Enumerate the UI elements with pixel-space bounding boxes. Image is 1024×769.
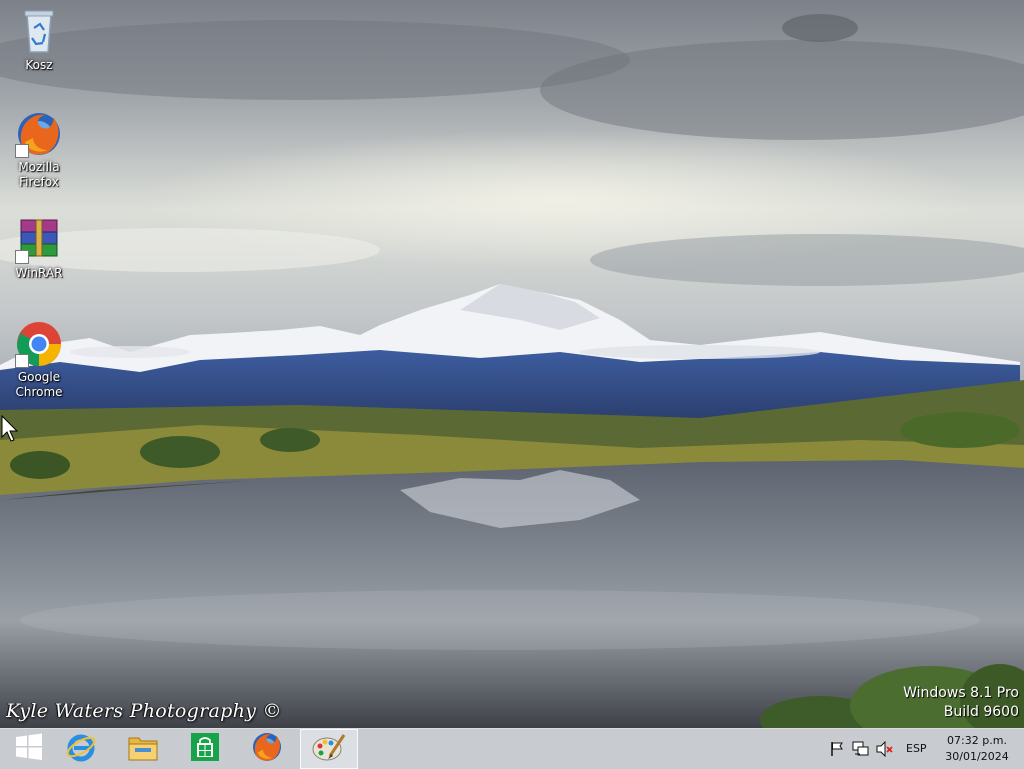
store-icon: [190, 732, 220, 766]
windows-edition-label: Windows 8.1 Pro: [903, 685, 1019, 701]
recycle-bin-icon: [15, 8, 63, 56]
desktop-icon-label-line2: Chrome: [15, 385, 63, 399]
winrar-icon: [15, 216, 63, 264]
taskbar-firefox[interactable]: [238, 729, 296, 769]
windows-build-label: Build 9600: [943, 704, 1019, 720]
action-center-flag-icon[interactable]: [828, 740, 846, 758]
paint-icon: [312, 732, 346, 766]
desktop-icon-label-line1: Google: [17, 370, 61, 384]
taskbar: ESP 07:32 p.m. 30/01/2024: [0, 728, 1024, 769]
windows-logo-icon: [15, 733, 43, 765]
taskbar-internet-explorer[interactable]: [52, 729, 110, 769]
input-language-indicator[interactable]: ESP: [906, 742, 927, 755]
clock-date: 30/01/2024: [945, 750, 1009, 763]
wallpaper-landscape: [0, 0, 1024, 728]
desktop-icon-recycle-bin[interactable]: Kosz: [1, 8, 77, 73]
clock-time: 07:32 p.m.: [947, 734, 1007, 747]
start-button[interactable]: [0, 729, 58, 769]
network-icon[interactable]: [852, 740, 870, 758]
desktop-icon-label-line1: Mozilla: [18, 160, 60, 174]
volume-muted-icon[interactable]: [876, 740, 894, 758]
shortcut-arrow-icon: [15, 250, 29, 264]
shortcut-arrow-icon: [15, 354, 29, 368]
file-explorer-icon: [127, 732, 159, 766]
desktop-wallpaper[interactable]: Kyle Waters Photography © Windows 8.1 Pr…: [0, 0, 1024, 728]
desktop-icon-label: WinRAR: [15, 266, 63, 280]
internet-explorer-icon: [65, 731, 97, 767]
desktop-icon-label: Kosz: [25, 58, 53, 72]
taskbar-store[interactable]: [176, 729, 234, 769]
firefox-icon: [15, 110, 63, 158]
windows-version-watermark: Windows 8.1 Pro Build 9600: [903, 684, 1019, 722]
shortcut-arrow-icon: [15, 144, 29, 158]
clock[interactable]: 07:32 p.m. 30/01/2024: [936, 733, 1018, 765]
taskbar-file-explorer[interactable]: [114, 729, 172, 769]
taskbar-paint[interactable]: [300, 729, 358, 769]
chrome-icon: [15, 320, 63, 368]
desktop-icon-chrome[interactable]: Google Chrome: [1, 320, 77, 400]
firefox-icon: [251, 731, 283, 767]
desktop-icon-winrar[interactable]: WinRAR: [1, 216, 77, 281]
desktop-icon-label-line2: Firefox: [19, 175, 59, 189]
mouse-cursor-icon: [1, 414, 21, 447]
desktop-icon-firefox[interactable]: Mozilla Firefox: [1, 110, 77, 190]
photo-credit: Kyle Waters Photography ©: [6, 700, 282, 722]
